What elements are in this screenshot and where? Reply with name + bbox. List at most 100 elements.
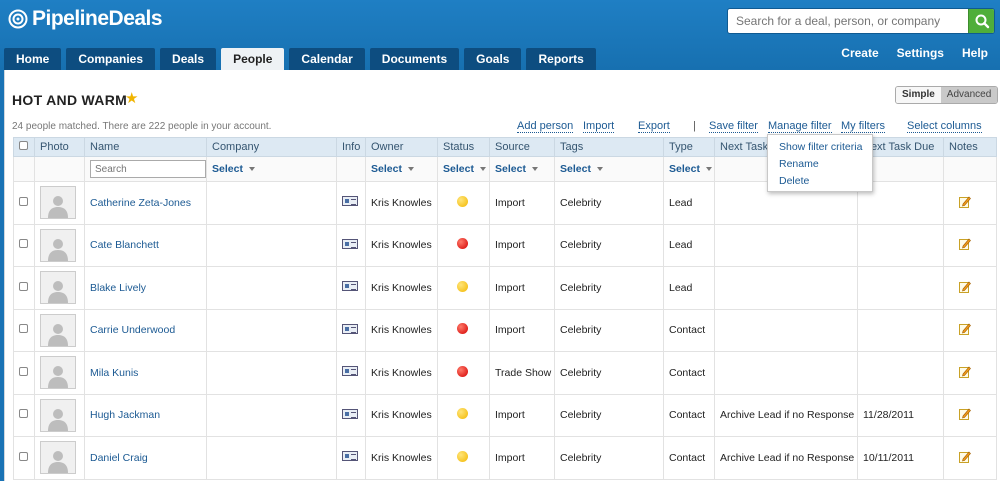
select-all-checkbox[interactable] (19, 141, 28, 150)
tab-goals[interactable]: Goals (464, 48, 522, 70)
person-name-link[interactable]: Mila Kunis (90, 367, 138, 379)
owner-cell: Kris Knowles (365, 393, 438, 437)
status-filter-select[interactable]: Select (443, 163, 486, 175)
type-cell: Contact (663, 308, 715, 352)
export-menu[interactable]: Export (638, 120, 670, 133)
company-filter-select[interactable]: Select (212, 163, 255, 175)
manage-filter-dropdown: Show filter criteria Rename Delete (767, 134, 873, 192)
name-search-input[interactable] (90, 160, 206, 178)
settings-link[interactable]: Settings (897, 46, 944, 60)
vcard-icon[interactable] (342, 323, 358, 334)
col-owner[interactable]: Owner (365, 137, 438, 157)
tab-people[interactable]: People (221, 48, 285, 70)
avatar[interactable] (40, 441, 76, 475)
col-status[interactable]: Status (437, 137, 490, 157)
row-checkbox[interactable] (19, 281, 28, 291)
source-cell: Import (489, 308, 555, 352)
vcard-icon[interactable] (342, 366, 358, 377)
person-name-link[interactable]: Blake Lively (90, 282, 146, 294)
tags-cell: Celebrity (554, 266, 664, 310)
favorite-star-icon[interactable]: ★ (125, 89, 138, 107)
table-row[interactable]: Hugh Jackman Kris Knowles Import Celebrity C… (13, 393, 997, 437)
row-checkbox[interactable] (19, 409, 28, 419)
person-placeholder-icon (48, 366, 68, 389)
mode-advanced-button[interactable]: Advanced (940, 87, 998, 103)
status-dot-icon (457, 323, 468, 335)
person-name-link[interactable]: Cate Blanchett (90, 239, 159, 251)
help-link[interactable]: Help (962, 46, 988, 60)
my-filters-menu[interactable]: My filters (841, 120, 885, 133)
select-columns-menu[interactable]: Select columns (907, 120, 982, 133)
status-dot-icon (457, 195, 468, 207)
person-name-link[interactable]: Catherine Zeta-Jones (90, 197, 191, 209)
vcard-icon[interactable] (342, 281, 358, 292)
type-cell: Lead (663, 223, 715, 267)
owner-filter-select[interactable]: Select (371, 163, 414, 175)
next-task-cell (714, 351, 858, 395)
avatar[interactable] (40, 313, 76, 347)
search-button[interactable] (968, 9, 994, 33)
person-name-link[interactable]: Daniel Craig (90, 452, 148, 464)
table-row[interactable]: Cate Blanchett Kris Knowles Import Celebrit… (13, 223, 997, 267)
table-row[interactable]: Mila Kunis Kris Knowles Trade Show Celebrit… (13, 351, 997, 395)
avatar[interactable] (40, 356, 76, 390)
col-tags[interactable]: Tags (554, 137, 664, 157)
edit-note-icon[interactable] (959, 237, 971, 253)
next-task-cell: Archive Lead if no Response (714, 436, 858, 480)
tab-calendar[interactable]: Calendar (289, 48, 365, 70)
edit-note-icon[interactable] (959, 450, 971, 466)
type-filter-select[interactable]: Select (669, 163, 712, 175)
vcard-icon[interactable] (342, 408, 358, 419)
mode-simple-button[interactable]: Simple (896, 87, 941, 103)
edit-note-icon[interactable] (959, 407, 971, 423)
import-menu[interactable]: Import (583, 120, 615, 133)
type-cell: Contact (663, 351, 715, 395)
top-bar: PipelineDeals Home Companies Deals Peopl… (0, 0, 1000, 70)
manage-filter-menu[interactable]: Manage filter (768, 120, 832, 133)
row-checkbox[interactable] (19, 451, 28, 461)
person-name-link[interactable]: Hugh Jackman (90, 409, 160, 421)
tab-deals[interactable]: Deals (160, 48, 217, 70)
vcard-icon[interactable] (342, 196, 358, 207)
tab-home[interactable]: Home (4, 48, 62, 70)
row-checkbox[interactable] (19, 324, 28, 334)
edit-note-icon[interactable] (959, 322, 971, 338)
table-row[interactable]: Daniel Craig Kris Knowles Import Celebrity C… (13, 436, 997, 480)
app-logo[interactable]: PipelineDeals (8, 6, 163, 32)
col-source[interactable]: Source (489, 137, 555, 157)
company-cell (206, 436, 337, 480)
delete-filter-item[interactable]: Delete (768, 173, 872, 190)
rename-filter-item[interactable]: Rename (768, 156, 872, 173)
col-name[interactable]: Name (84, 137, 207, 157)
tab-companies[interactable]: Companies (66, 48, 156, 70)
show-filter-criteria-item[interactable]: Show filter criteria (768, 139, 872, 156)
avatar[interactable] (40, 228, 76, 262)
save-filter-link[interactable]: Save filter (709, 120, 758, 133)
tab-documents[interactable]: Documents (369, 48, 460, 70)
avatar[interactable] (40, 271, 76, 305)
vcard-icon[interactable] (342, 238, 358, 249)
table-row[interactable]: Carrie Underwood Kris Knowles Import Celebr… (13, 308, 997, 352)
tags-cell: Celebrity (554, 351, 664, 395)
table-row[interactable]: Blake Lively Kris Knowles Import Celebrity L… (13, 266, 997, 310)
avatar[interactable] (40, 186, 76, 220)
col-type[interactable]: Type (663, 137, 715, 157)
edit-note-icon[interactable] (959, 365, 971, 381)
col-company[interactable]: Company (206, 137, 337, 157)
source-filter-select[interactable]: Select (495, 163, 538, 175)
vcard-icon[interactable] (342, 451, 358, 462)
row-checkbox[interactable] (19, 366, 28, 376)
edit-note-icon[interactable] (959, 195, 971, 211)
add-person-link[interactable]: Add person (517, 120, 574, 133)
next-task-due-cell (857, 308, 944, 352)
create-link[interactable]: Create (841, 46, 878, 60)
row-checkbox[interactable] (19, 196, 28, 206)
tags-filter-select[interactable]: Select (560, 163, 603, 175)
row-checkbox[interactable] (19, 239, 28, 249)
avatar[interactable] (40, 398, 76, 432)
person-name-link[interactable]: Carrie Underwood (90, 324, 175, 336)
source-cell: Import (489, 266, 555, 310)
edit-note-icon[interactable] (959, 280, 971, 296)
search-input[interactable] (728, 9, 969, 33)
tab-reports[interactable]: Reports (526, 48, 596, 70)
